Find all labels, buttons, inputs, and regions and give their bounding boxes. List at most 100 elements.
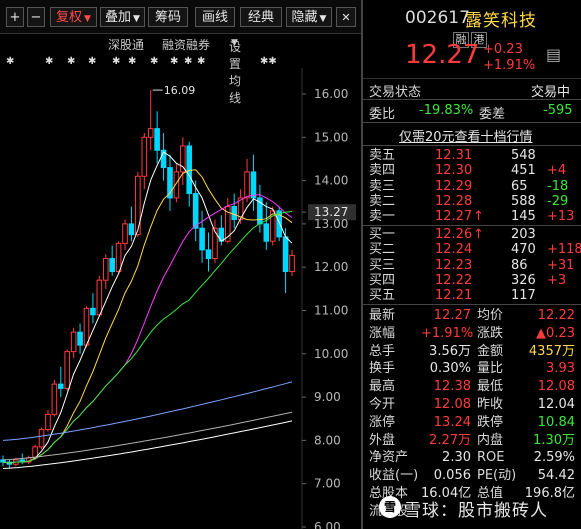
level-label: 卖三 xyxy=(369,178,396,194)
stock-code: 002617 xyxy=(405,8,470,28)
stat-label: 内盘 xyxy=(477,432,504,448)
yincang-dropdown[interactable]: 隐藏 ▼ xyxy=(286,7,332,27)
ask-level-row[interactable]: 卖三 12.29 65 -18 xyxy=(363,179,581,194)
level-price: 12.28 xyxy=(435,193,473,209)
zoom-out-button[interactable]: − xyxy=(27,7,45,27)
zoom-in-button[interactable]: + xyxy=(6,7,24,27)
stat-label: 净资产 xyxy=(369,450,409,466)
event-marker[interactable]: ✱ xyxy=(88,56,96,67)
rongzi-link[interactable]: 融资融券 xyxy=(162,36,210,53)
candle-body xyxy=(122,223,128,244)
candle-body xyxy=(128,223,135,236)
ask-level-row[interactable]: 卖一 12.27 ↑ 145 +13 xyxy=(363,209,581,224)
level-price: 12.26 xyxy=(435,227,473,242)
candle-body xyxy=(231,206,237,221)
weibi-row: 委比 -19.83% 委差 -595 xyxy=(363,101,581,122)
stat-row: 净资产 2.30 ROE 2.59% xyxy=(363,449,581,466)
event-marker[interactable]: ✱ xyxy=(45,56,53,67)
stat-row: 最高 12.38 最低 12.08 xyxy=(363,378,581,395)
event-marker[interactable]: ✱ xyxy=(6,56,14,67)
trade-status-label: 交易状态 xyxy=(369,85,422,100)
candle-body xyxy=(154,128,160,151)
level-delta: +118 xyxy=(547,242,581,258)
event-marker[interactable]: ✱ xyxy=(170,56,178,67)
candle-body xyxy=(77,331,83,346)
stat-value: 12.22 xyxy=(537,308,575,323)
chouma-button[interactable]: 筹码 xyxy=(148,7,188,27)
weibi-label: 委比 xyxy=(369,107,396,122)
candle-body xyxy=(70,331,77,353)
promo-row[interactable]: 仅需20元查看十档行情 xyxy=(363,124,581,145)
bid-level-row[interactable]: 买四 12.22 326 +3 xyxy=(363,273,581,288)
candle-body xyxy=(212,227,218,260)
bid-level-row[interactable]: 买二 12.24 470 +118 xyxy=(363,242,581,257)
arrow-up-icon: ↑ xyxy=(473,209,484,225)
y-tick-label: 14.00 xyxy=(314,174,348,188)
bid-level-row[interactable]: 买三 12.23 86 +31 xyxy=(363,258,581,273)
stat-label: 量比 xyxy=(477,361,504,377)
stat-value: 12.08 xyxy=(537,379,575,395)
more-icon[interactable]: ▤ xyxy=(546,45,564,64)
kline-chart[interactable]: 16.0015.0014.0013.2713.0012.0011.0010.00… xyxy=(0,68,361,529)
ma60-line xyxy=(2,381,293,441)
event-marker[interactable]: ✱✱ xyxy=(260,56,277,67)
candle-body xyxy=(282,236,289,273)
stat-label: 最低 xyxy=(477,379,504,395)
fuquan-label: 复权 xyxy=(56,10,83,25)
level-volume: 470 xyxy=(511,242,536,258)
y-tick-label: 7.00 xyxy=(314,477,341,491)
level-volume: 86 xyxy=(511,257,528,273)
level-price: 12.31 xyxy=(435,148,473,163)
huaxian-button[interactable]: 画线 xyxy=(195,7,235,27)
ten-level-promo-link[interactable]: 仅需20元查看十档行情 xyxy=(399,126,533,145)
event-marker[interactable]: ✱ xyxy=(112,56,120,67)
event-marker[interactable]: ✱ xyxy=(150,56,158,67)
trade-status-value: 交易中 xyxy=(531,85,571,100)
candle-body xyxy=(83,307,90,346)
level-volume: 203 xyxy=(511,227,536,242)
y-tick-label: 12.00 xyxy=(314,260,348,274)
close-icon: ✕ xyxy=(341,11,351,24)
ask-level-row[interactable]: 卖四 12.30 451 +4 xyxy=(363,163,581,178)
event-marker[interactable]: ✱ xyxy=(197,56,205,67)
fuquan-dropdown[interactable]: 复权 ▼ xyxy=(50,7,97,27)
stat-value: 10.84 xyxy=(537,414,575,430)
stat-label: 涨幅 xyxy=(369,325,396,341)
bid-level-row[interactable]: 买五 12.21 117 xyxy=(363,288,581,303)
price-change: +0.23 xyxy=(483,42,523,57)
ask-level-row[interactable]: 卖二 12.28 588 -29 xyxy=(363,194,581,209)
ask-level-row[interactable]: 卖五 12.31 548 xyxy=(363,148,581,163)
level-label: 买一 xyxy=(369,227,396,242)
divider xyxy=(363,122,581,123)
chevron-down-icon: ▼ xyxy=(84,14,91,24)
event-marker[interactable]: ✱ xyxy=(67,56,75,67)
shenfutong-link[interactable]: 深股通 xyxy=(108,36,144,53)
candle-body xyxy=(250,171,257,199)
stat-value: 54.42 xyxy=(537,468,575,484)
stat-value: 2.59% xyxy=(533,450,575,466)
stat-label: 外盘 xyxy=(369,432,396,448)
level-label: 买三 xyxy=(369,257,396,273)
diejia-dropdown[interactable]: 叠加 ▼ xyxy=(100,7,145,27)
level-label: 卖二 xyxy=(369,193,396,209)
candle-body xyxy=(192,193,199,229)
level-label: 卖一 xyxy=(369,209,396,225)
level-label: 卖五 xyxy=(369,148,396,163)
stat-value: 12.27 xyxy=(433,308,471,323)
level-price: 12.22 xyxy=(435,272,473,288)
bid-level-row[interactable]: 买一 12.26 ↑ 203 xyxy=(363,227,581,242)
yincang-label: 隐藏 xyxy=(291,10,318,25)
level-delta: +3 xyxy=(547,272,567,288)
chevron-down-icon: ▼ xyxy=(133,14,140,24)
jingdian-button[interactable]: 经典 xyxy=(240,7,282,27)
close-button[interactable]: ✕ xyxy=(336,7,356,27)
event-marker[interactable]: ✱ xyxy=(128,56,136,67)
y-tick-label: 11.00 xyxy=(314,303,348,317)
candle-body xyxy=(135,175,141,236)
diejia-label: 叠加 xyxy=(105,10,132,25)
event-marker[interactable]: ✱ xyxy=(184,56,192,67)
y-tick-label: 6.00 xyxy=(314,520,341,529)
level-volume: 451 xyxy=(511,163,536,179)
stat-value: ▲0.23 xyxy=(536,325,575,341)
y-tick-label: 13.00 xyxy=(314,217,348,231)
